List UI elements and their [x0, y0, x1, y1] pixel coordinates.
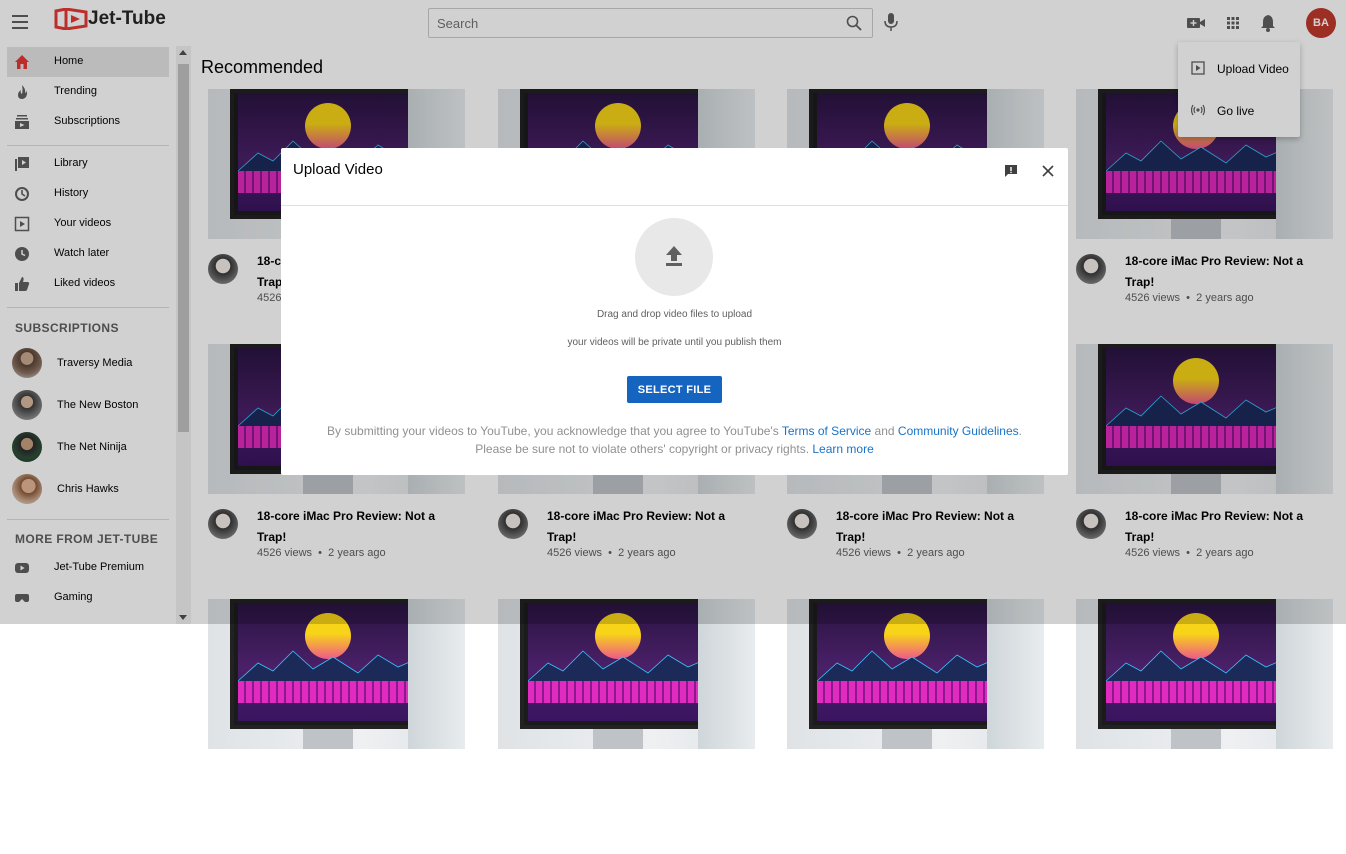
- terms-line-1: By submitting your videos to YouTube, yo…: [281, 422, 1068, 440]
- terms-text: By submitting your videos to YouTube, yo…: [281, 422, 1068, 458]
- video-card[interactable]: [787, 599, 1044, 854]
- privacy-notice: Please be sure not to violate others' co…: [475, 442, 813, 456]
- terms-prefix: By submitting your videos to YouTube, yo…: [327, 424, 782, 438]
- dialog-title: Upload Video: [293, 161, 383, 178]
- select-file-button[interactable]: SELECT FILE: [627, 376, 722, 403]
- learn-more-link[interactable]: Learn more: [812, 442, 873, 456]
- privacy-hint: your videos will be private until you pu…: [567, 337, 782, 348]
- feedback-icon[interactable]: [1004, 164, 1018, 178]
- community-guidelines-link[interactable]: Community Guidelines: [898, 424, 1019, 438]
- upload-arrow-icon: [666, 246, 682, 266]
- terms-period: .: [1018, 424, 1022, 438]
- terms-and: and: [871, 424, 898, 438]
- video-card[interactable]: [208, 599, 465, 854]
- upload-dropzone[interactable]: [635, 218, 713, 296]
- video-card[interactable]: [1076, 599, 1333, 854]
- terms-line-2: Please be sure not to violate others' co…: [281, 440, 1068, 458]
- dialog-divider: [281, 205, 1068, 206]
- close-icon[interactable]: [1041, 164, 1055, 178]
- upload-video-dialog: Upload Video Drag and drop video files t…: [281, 148, 1068, 475]
- terms-of-service-link[interactable]: Terms of Service: [782, 424, 871, 438]
- drag-drop-text: Drag and drop video files to upload: [596, 309, 753, 320]
- video-card[interactable]: [498, 599, 755, 854]
